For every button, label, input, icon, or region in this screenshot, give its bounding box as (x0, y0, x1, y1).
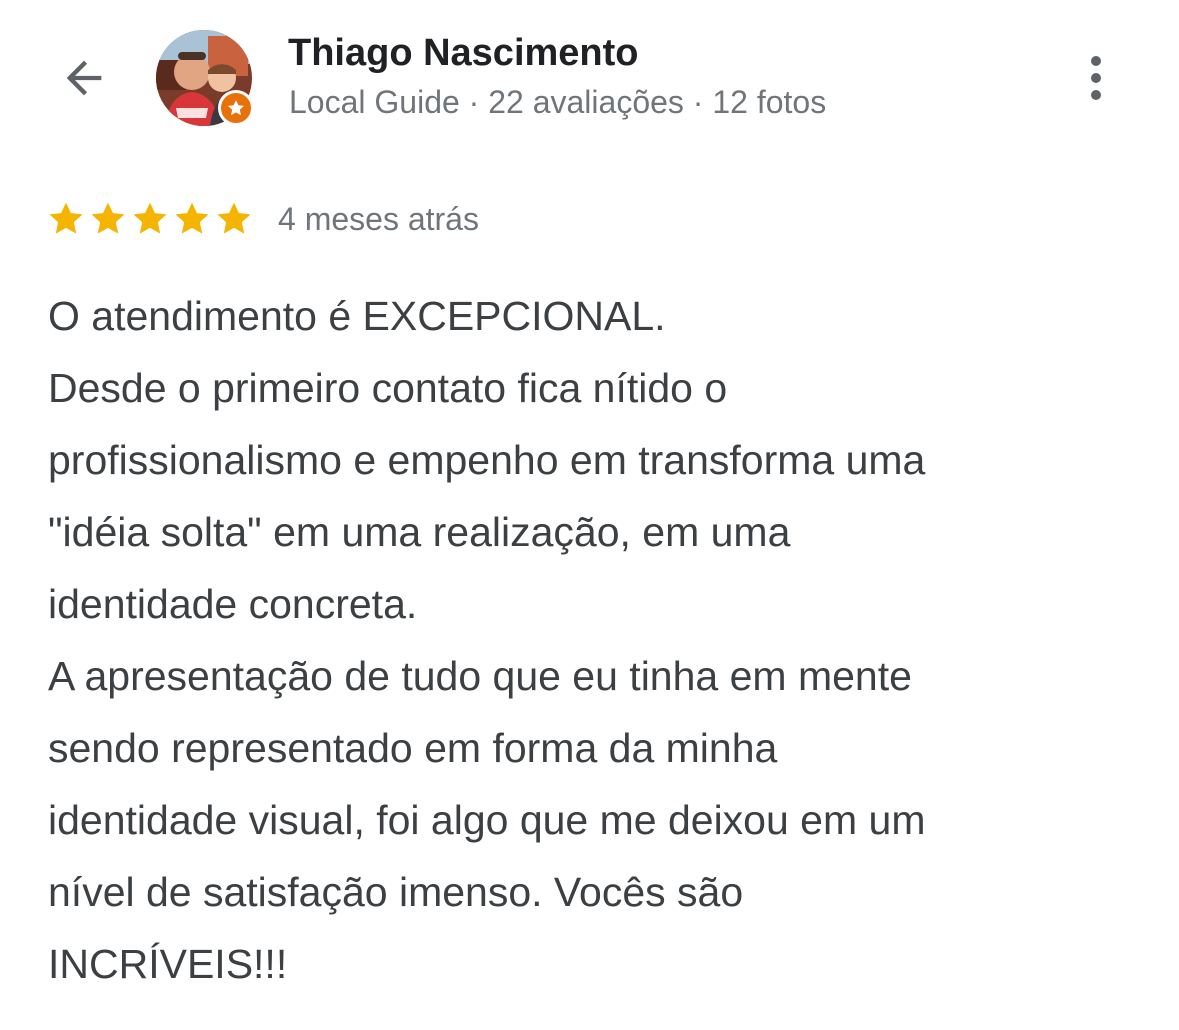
review-line: O atendimento é EXCEPCIONAL. (48, 293, 666, 339)
star-icon (133, 202, 167, 234)
more-vertical-icon-dot (1091, 90, 1101, 100)
star-icon (91, 202, 125, 234)
star-rating (46, 199, 254, 239)
more-options-button[interactable] (1070, 46, 1122, 110)
star-icon (49, 202, 83, 234)
user-meta: Local Guide · 22 avaliações · 12 fotos (289, 84, 827, 120)
avatar[interactable] (156, 30, 254, 126)
review-header: Thiago Nascimento Local Guide · 22 avali… (0, 0, 1179, 160)
review-line: A apresentação de tudo que eu tinha em m… (48, 653, 912, 699)
review-text: O atendimento é EXCEPCIONAL. Desde o prim… (48, 280, 1138, 1000)
review-line: profissionalismo e empenho em transforma… (48, 437, 926, 483)
more-vertical-icon-dot (1091, 56, 1101, 66)
back-button[interactable] (52, 46, 116, 110)
local-guide-badge (218, 90, 254, 126)
user-name[interactable]: Thiago Nascimento (288, 32, 639, 75)
review-line: identidade concreta. (48, 581, 418, 627)
star-icon (217, 202, 251, 234)
star-icon (175, 202, 209, 234)
review-line: INCRÍVEIS!!! (48, 941, 288, 987)
rating-row: 4 meses atrás (46, 196, 479, 242)
review-line: "idéia solta" em uma realização, em uma (48, 509, 791, 555)
review-time: 4 meses atrás (278, 200, 479, 237)
more-vertical-icon-dot (1091, 73, 1101, 83)
review-line: nível de satisfação imenso. Vocês são (48, 869, 744, 915)
arrow-back-icon (66, 60, 102, 96)
review-line: identidade visual, foi algo que me deixo… (48, 797, 926, 843)
local-guide-star-icon (227, 100, 245, 116)
review-line: Desde o primeiro contato fica nítido o (48, 365, 728, 411)
review-line: sendo representado em forma da minha (48, 725, 778, 771)
